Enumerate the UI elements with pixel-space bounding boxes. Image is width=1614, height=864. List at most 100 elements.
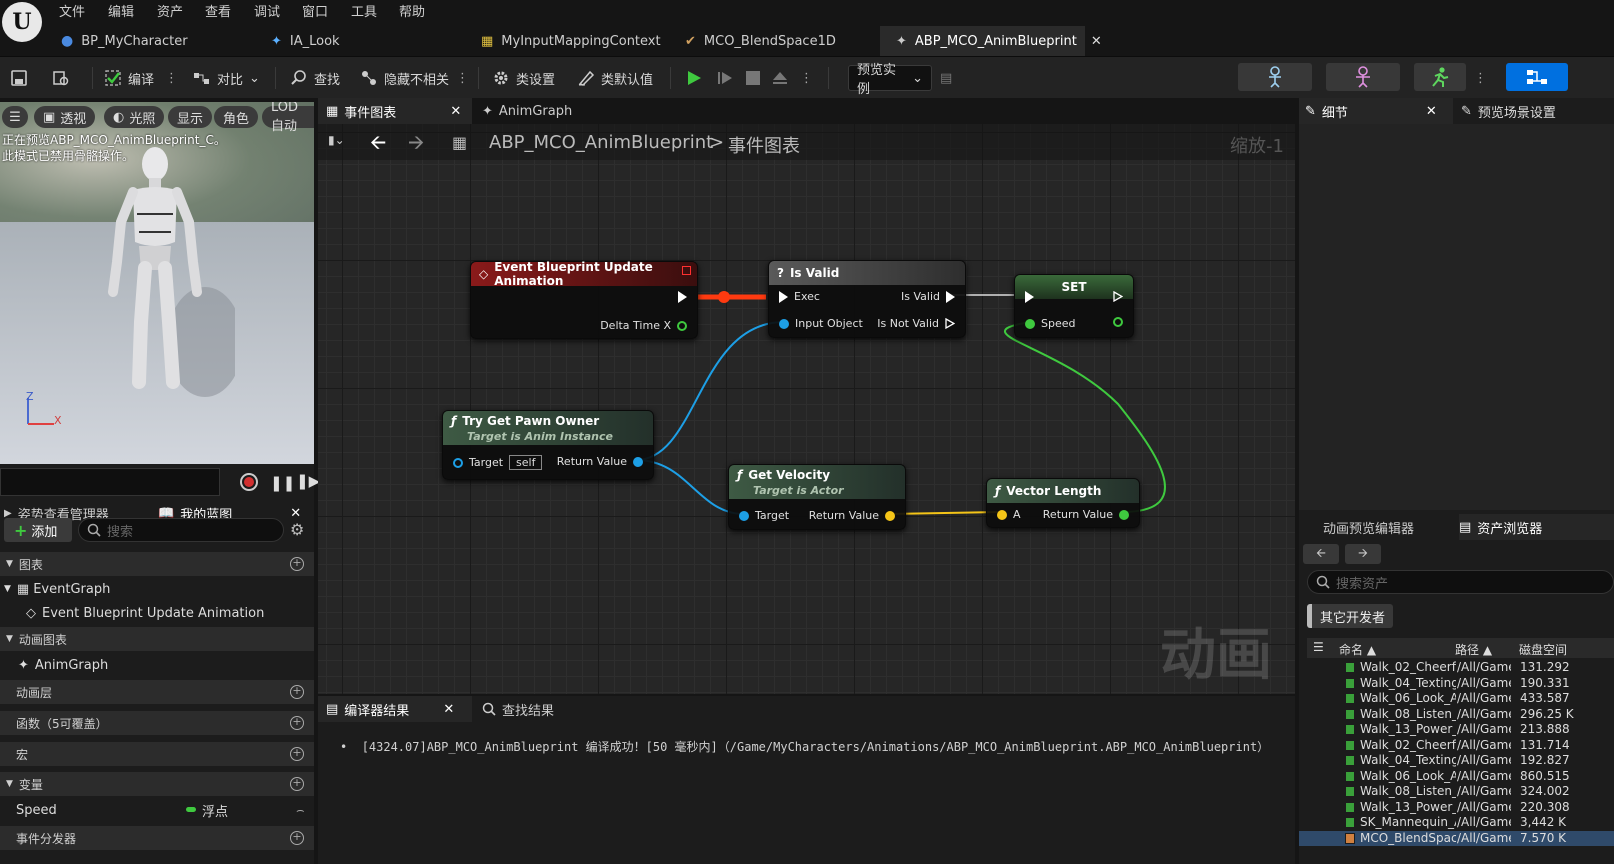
pin-speed-out[interactable] <box>1113 317 1123 327</box>
viewport-lighting-button[interactable]: ◐ 光照 <box>104 106 165 128</box>
add-macro-icon[interactable]: + <box>290 747 304 761</box>
pin-target[interactable]: Target self <box>453 455 543 470</box>
add-button[interactable]: + 添加 <box>4 518 72 542</box>
add-graph-icon[interactable]: + <box>290 557 304 571</box>
menu-edit[interactable]: 编辑 <box>108 1 134 20</box>
hide-options-icon[interactable]: ⋮ <box>456 65 469 91</box>
node-try-get-pawn-owner[interactable]: ƒ Try Get Pawn Owner Target is Anim Insta… <box>442 410 654 480</box>
tab-compiler-results[interactable]: ▤ 编译器结果 ✕ <box>318 696 472 722</box>
compile-options-icon[interactable]: ⋮ <box>165 65 178 91</box>
menu-asset[interactable]: 资产 <box>157 1 183 20</box>
close-icon[interactable]: ✕ <box>1426 104 1437 119</box>
tab-preview-scene-settings[interactable]: ✎ 预览场景设置 <box>1461 98 1556 124</box>
save-button[interactable] <box>10 65 28 91</box>
col-disk-header[interactable]: 磁盘空间 <box>1519 641 1567 658</box>
pin-exec-out[interactable] <box>678 291 687 303</box>
pin-delta-time[interactable]: Delta Time X <box>600 319 687 332</box>
tree-item-event[interactable]: ◇ Event Blueprint Update Animation <box>0 601 314 625</box>
asset-row[interactable]: Walk_08_Listen_/All/Game 296.25 K <box>1299 707 1614 722</box>
section-anim-layers[interactable]: 动画层 + <box>0 680 314 704</box>
viewport-menu-icon[interactable]: ☰ <box>2 106 28 128</box>
play-options-icon[interactable]: ⋮ <box>800 65 813 91</box>
filter-chip-other-developers[interactable]: 其它开发者 <box>1307 604 1394 628</box>
menu-file[interactable]: 文件 <box>59 1 85 20</box>
node-is-valid[interactable]: ? Is Valid Exec Is Valid Input Object Is… <box>768 260 966 338</box>
add-variable-icon[interactable]: + <box>290 777 304 791</box>
step-forward-button[interactable]: ❚▶ <box>296 472 320 490</box>
tree-item-anim-graph[interactable]: ✦ AnimGraph <box>0 653 314 677</box>
tab-anim-preview-editor[interactable]: 动画预览编辑器 <box>1323 514 1414 540</box>
asset-row[interactable]: Walk_04_Texting/All/Game 190.331 <box>1299 676 1614 691</box>
asset-row[interactable]: Walk_02_Cheerfu/All/Game 131.714 <box>1299 738 1614 753</box>
menu-window[interactable]: 窗口 <box>302 1 328 20</box>
asset-row[interactable]: Walk_13_Power_/All/Game 213.888 <box>1299 722 1614 737</box>
tab-ia-look[interactable]: ✦ IA_Look <box>255 26 465 56</box>
pin-return-value[interactable]: Return Value <box>1043 508 1129 521</box>
asset-back-button[interactable]: 🡨 <box>1303 544 1339 564</box>
node-vector-length[interactable]: ƒ Vector Length A Return Value <box>986 478 1140 528</box>
section-macros[interactable]: 宏 + <box>0 742 314 766</box>
asset-row[interactable]: Walk_02_Cheerfu/All/Game 131.292 <box>1299 660 1614 675</box>
self-value-box[interactable]: self <box>509 455 543 470</box>
col-path-header[interactable]: 路径 ▲ <box>1455 641 1492 658</box>
close-tab-icon[interactable]: ✕ <box>1091 34 1102 49</box>
close-icon[interactable]: ✕ <box>443 702 454 717</box>
pin-is-valid[interactable]: Is Valid <box>901 290 955 303</box>
pin-is-not-valid[interactable]: Is Not Valid <box>877 317 955 330</box>
class-defaults-button[interactable]: 类默认值 <box>577 65 653 91</box>
asset-row[interactable]: Walk_06_Look_A/All/Game 433.587 <box>1299 691 1614 706</box>
variable-row-speed[interactable]: Speed 浮点 ⌢ <box>0 798 314 822</box>
browse-button[interactable] <box>52 65 70 91</box>
asset-row[interactable]: Walk_13_Power_/All/Game 220.308 <box>1299 800 1614 815</box>
graph-canvas[interactable]: ▮⌄ 🡨 🡪 ▦ ABP_MCO_AnimBlueprint > 事件图表 缩放… <box>318 124 1295 694</box>
tab-asset-browser[interactable]: ▤ 资产浏览器 <box>1459 514 1614 540</box>
section-anim-graphs[interactable]: ▼ 动画图表 <box>0 627 314 651</box>
menu-help[interactable]: 帮助 <box>399 1 425 20</box>
timeline-scrubber[interactable] <box>0 468 220 496</box>
viewport-show-button[interactable]: 显示 <box>168 106 213 128</box>
menu-view[interactable]: 查看 <box>205 1 231 20</box>
play-button[interactable] <box>685 65 703 91</box>
menu-debug[interactable]: 调试 <box>254 1 280 20</box>
tab-anim-blueprint[interactable]: ✦ ABP_MCO_AnimBlueprint ✕ <box>880 26 1102 56</box>
find-button[interactable]: 查找 <box>290 65 340 91</box>
viewport-character-button[interactable]: 角色 <box>214 106 259 128</box>
pin-set-exec-in[interactable] <box>1025 291 1034 303</box>
section-dispatchers[interactable]: 事件分发器 + <box>0 826 314 850</box>
node-get-velocity[interactable]: ƒ Get Velocity Target is Actor Target Ret… <box>728 464 906 530</box>
blueprint-mode-button[interactable] <box>1506 63 1568 91</box>
viewport-perspective-button[interactable]: ▣ 透视 <box>34 106 96 128</box>
asset-forward-button[interactable]: 🡪 <box>1345 544 1381 564</box>
close-icon[interactable]: ✕ <box>290 506 301 521</box>
class-settings-button[interactable]: 类设置 <box>492 65 555 91</box>
asset-row[interactable]: SK_Mannequin_A/All/Game 3,442 K <box>1299 815 1614 830</box>
tree-item-event-graph[interactable]: ▼ ▦ EventGraph <box>0 577 314 601</box>
step-button[interactable] <box>716 65 734 91</box>
debug-object-icon[interactable]: ▤ <box>940 65 952 91</box>
mode-options-icon[interactable]: ⋮ <box>1474 65 1487 91</box>
compile-button[interactable]: 编译 <box>104 65 154 91</box>
pin-set-exec-out[interactable] <box>1113 291 1123 302</box>
unreal-logo-icon[interactable]: U <box>2 2 42 42</box>
diff-button[interactable]: 对比 ⌄ <box>193 65 260 91</box>
tab-details[interactable]: ✎ 细节 ✕ <box>1299 98 1453 124</box>
col-name-header[interactable]: 命名 ▲ <box>1339 641 1376 658</box>
stop-button[interactable] <box>744 65 762 91</box>
pin-a[interactable]: A <box>997 508 1021 521</box>
section-graphs[interactable]: ▼ 图表 + <box>0 552 314 576</box>
viewport-lod-button[interactable]: LOD自动 <box>262 102 314 134</box>
blueprint-search-input[interactable]: 搜索 <box>78 518 284 542</box>
node-set-speed[interactable]: SET Speed <box>1014 274 1134 338</box>
add-function-icon[interactable]: + <box>290 716 304 730</box>
eject-button[interactable] <box>771 65 789 91</box>
asset-row[interactable]: Walk_04_Texting/All/Game 192.827 <box>1299 753 1614 768</box>
add-layer-icon[interactable]: + <box>290 685 304 699</box>
add-dispatcher-icon[interactable]: + <box>290 831 304 845</box>
tab-anim-graph[interactable]: ✦ AnimGraph <box>482 98 572 124</box>
preview-instance-dropdown[interactable]: 预览实例 ⌄ <box>848 63 932 97</box>
tab-bp-mycharacter[interactable]: ● BP_MyCharacter <box>45 26 255 56</box>
view-options-icon[interactable]: ☰ <box>1313 640 1324 654</box>
mesh-mode-button[interactable] <box>1326 63 1400 91</box>
asset-row[interactable]: Walk_06_Look_A/All/Game 860.515 <box>1299 769 1614 784</box>
pin-return-value[interactable]: Return Value <box>809 509 895 522</box>
